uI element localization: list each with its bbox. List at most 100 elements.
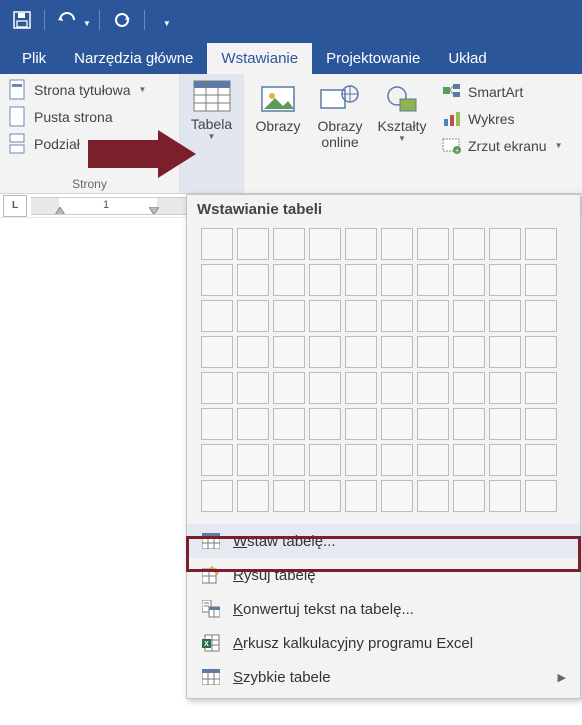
blank-page-button[interactable]: Pusta strona <box>6 103 173 130</box>
grid-cell[interactable] <box>345 300 377 332</box>
grid-cell[interactable] <box>309 300 341 332</box>
menu-convert-text[interactable]: Konwertuj tekst na tabelę... <box>187 592 580 626</box>
qat-customize-icon[interactable]: ▼ <box>163 19 171 28</box>
grid-cell[interactable] <box>525 480 557 512</box>
grid-cell[interactable] <box>345 336 377 368</box>
save-button[interactable] <box>8 6 36 34</box>
grid-cell[interactable] <box>201 480 233 512</box>
grid-cell[interactable] <box>273 444 305 476</box>
grid-cell[interactable] <box>309 480 341 512</box>
menu-excel-spreadsheet[interactable]: X Arkusz kalkulacyjny programu Excel <box>187 626 580 660</box>
grid-cell[interactable] <box>525 300 557 332</box>
grid-cell[interactable] <box>417 336 449 368</box>
grid-cell[interactable] <box>489 444 521 476</box>
grid-cell[interactable] <box>201 444 233 476</box>
menu-insert-table[interactable]: Wstaw tabelę... <box>187 524 580 558</box>
grid-cell[interactable] <box>201 228 233 260</box>
grid-cell[interactable] <box>381 408 413 440</box>
grid-cell[interactable] <box>345 228 377 260</box>
grid-cell[interactable] <box>309 372 341 404</box>
grid-cell[interactable] <box>381 444 413 476</box>
grid-cell[interactable] <box>381 336 413 368</box>
first-line-indent-icon[interactable] <box>55 207 65 215</box>
grid-cell[interactable] <box>381 228 413 260</box>
undo-button[interactable] <box>53 6 81 34</box>
grid-cell[interactable] <box>309 336 341 368</box>
grid-cell[interactable] <box>345 480 377 512</box>
grid-cell[interactable] <box>417 228 449 260</box>
pictures-button[interactable]: Obrazy <box>248 80 308 193</box>
grid-cell[interactable] <box>237 480 269 512</box>
grid-cell[interactable] <box>525 372 557 404</box>
grid-cell[interactable] <box>237 336 269 368</box>
grid-cell[interactable] <box>453 228 485 260</box>
grid-cell[interactable] <box>345 372 377 404</box>
grid-cell[interactable] <box>237 228 269 260</box>
grid-cell[interactable] <box>237 264 269 296</box>
tab-home[interactable]: Narzędzia główne <box>60 43 207 74</box>
grid-cell[interactable] <box>381 264 413 296</box>
grid-cell[interactable] <box>273 300 305 332</box>
undo-dropdown-icon[interactable]: ▼ <box>83 19 91 28</box>
grid-cell[interactable] <box>201 300 233 332</box>
grid-cell[interactable] <box>381 372 413 404</box>
grid-cell[interactable] <box>453 300 485 332</box>
table-grid-picker[interactable] <box>187 224 580 524</box>
grid-cell[interactable] <box>417 300 449 332</box>
grid-cell[interactable] <box>489 300 521 332</box>
grid-cell[interactable] <box>309 264 341 296</box>
grid-cell[interactable] <box>273 480 305 512</box>
tab-layout[interactable]: Układ <box>434 43 500 74</box>
grid-cell[interactable] <box>309 444 341 476</box>
grid-cell[interactable] <box>237 372 269 404</box>
grid-cell[interactable] <box>417 444 449 476</box>
grid-cell[interactable] <box>273 336 305 368</box>
tab-selector[interactable]: L <box>3 195 27 217</box>
grid-cell[interactable] <box>489 372 521 404</box>
grid-cell[interactable] <box>345 408 377 440</box>
grid-cell[interactable] <box>309 228 341 260</box>
grid-cell[interactable] <box>489 228 521 260</box>
grid-cell[interactable] <box>381 480 413 512</box>
grid-cell[interactable] <box>273 372 305 404</box>
grid-cell[interactable] <box>273 408 305 440</box>
grid-cell[interactable] <box>417 408 449 440</box>
grid-cell[interactable] <box>489 408 521 440</box>
grid-cell[interactable] <box>237 300 269 332</box>
grid-cell[interactable] <box>273 264 305 296</box>
grid-cell[interactable] <box>525 408 557 440</box>
grid-cell[interactable] <box>453 264 485 296</box>
grid-cell[interactable] <box>525 336 557 368</box>
grid-cell[interactable] <box>273 228 305 260</box>
grid-cell[interactable] <box>201 336 233 368</box>
screenshot-button[interactable]: + Zrzut ekranu ▼ <box>442 132 563 159</box>
grid-cell[interactable] <box>237 444 269 476</box>
grid-cell[interactable] <box>525 444 557 476</box>
grid-cell[interactable] <box>237 408 269 440</box>
menu-draw-table[interactable]: Rysuj tabelę <box>187 558 580 592</box>
grid-cell[interactable] <box>489 480 521 512</box>
tab-insert[interactable]: Wstawianie <box>207 43 312 74</box>
grid-cell[interactable] <box>453 336 485 368</box>
grid-cell[interactable] <box>309 408 341 440</box>
grid-cell[interactable] <box>381 300 413 332</box>
grid-cell[interactable] <box>453 480 485 512</box>
shapes-button[interactable]: Kształty ▼ <box>372 80 432 193</box>
grid-cell[interactable] <box>417 264 449 296</box>
grid-cell[interactable] <box>489 336 521 368</box>
grid-cell[interactable] <box>453 408 485 440</box>
chart-button[interactable]: Wykres <box>442 105 563 132</box>
grid-cell[interactable] <box>489 264 521 296</box>
grid-cell[interactable] <box>525 228 557 260</box>
grid-cell[interactable] <box>201 408 233 440</box>
smartart-button[interactable]: SmartArt <box>442 78 563 105</box>
menu-quick-tables[interactable]: Szybkie tabele ▶ <box>187 660 580 694</box>
online-pictures-button[interactable]: Obrazy online <box>310 80 370 193</box>
grid-cell[interactable] <box>345 264 377 296</box>
grid-cell[interactable] <box>201 372 233 404</box>
grid-cell[interactable] <box>345 444 377 476</box>
grid-cell[interactable] <box>453 372 485 404</box>
redo-button[interactable] <box>108 6 136 34</box>
cover-page-button[interactable]: Strona tytułowa ▼ <box>6 76 173 103</box>
tab-file[interactable]: Plik <box>8 43 60 74</box>
